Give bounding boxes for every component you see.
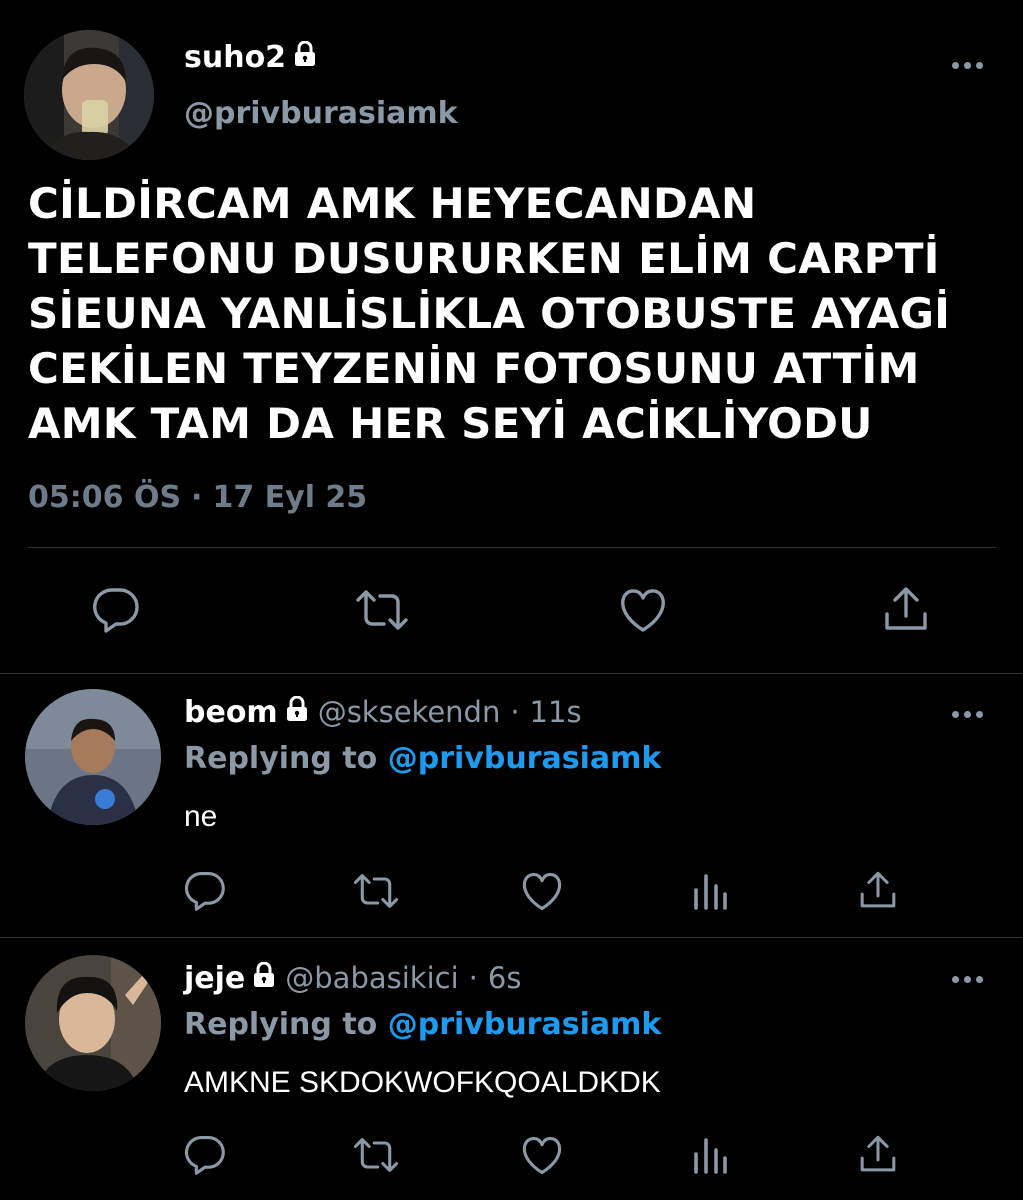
reply-text: AMKNE SKDOKWOFKQOALDKDK xyxy=(184,1066,661,1099)
replying-to-mention[interactable]: @privburasiamk xyxy=(388,741,662,776)
tweet-text-line: TELEFONU DUSURURKEN ELİM CARPTİ xyxy=(28,234,940,283)
divider xyxy=(0,673,1023,674)
reply-time[interactable]: 6s xyxy=(488,961,522,995)
like-icon[interactable] xyxy=(520,872,564,912)
share-icon[interactable] xyxy=(858,870,898,910)
replying-to: Replying to @privburasiamk xyxy=(184,741,661,776)
reply-icon[interactable] xyxy=(92,587,140,633)
tweet-text-line: CİLDİRCAM AMK HEYECANDAN xyxy=(28,179,757,228)
reply-text: ne xyxy=(184,800,218,833)
replying-to-prefix: Replying to xyxy=(184,1007,378,1042)
replying-to: Replying to @privburasiamk xyxy=(184,1007,661,1042)
tweet-timestamp[interactable]: 05:06 ÖS · 17 Eyl 25 xyxy=(28,480,367,515)
divider xyxy=(0,937,1023,938)
replying-to-mention[interactable]: @privburasiamk xyxy=(388,1007,662,1042)
retweet-icon[interactable] xyxy=(354,588,410,632)
tweet-text-line: SİEUNA YANLİSLİKLA OTOBUSTE AYAGİ xyxy=(28,289,951,338)
divider xyxy=(28,547,996,548)
share-icon[interactable] xyxy=(858,1134,898,1174)
reply-author-name-text: beom xyxy=(184,695,278,730)
reply-author-name-text: jeje xyxy=(184,961,246,996)
lock-icon xyxy=(253,961,275,996)
separator-dot: · xyxy=(191,480,203,515)
replying-to-prefix: Replying to xyxy=(184,741,378,776)
like-icon[interactable] xyxy=(618,588,668,634)
separator-dot: · xyxy=(510,695,520,729)
more-options-button[interactable] xyxy=(952,711,983,718)
reply-author-name[interactable]: jeje xyxy=(184,961,275,996)
like-icon[interactable] xyxy=(520,1136,564,1176)
author-name-text: suho2 xyxy=(184,40,287,75)
tweet-time: 05:06 ÖS xyxy=(28,480,182,515)
lock-icon xyxy=(286,695,308,730)
reply-icon[interactable] xyxy=(184,1135,226,1175)
more-options-button[interactable] xyxy=(952,62,983,69)
reply-avatar[interactable] xyxy=(25,689,161,825)
reply-header: jeje @babasikici · 6s xyxy=(184,961,521,996)
analytics-icon[interactable] xyxy=(692,872,728,910)
lock-icon xyxy=(294,40,316,75)
tweet-text-line: AMK TAM DA HER SEYİ ACİKLİYODU xyxy=(28,399,873,448)
reply-header: beom @sksekendn · 11s xyxy=(184,695,582,730)
reply-avatar[interactable] xyxy=(25,955,161,1091)
share-icon[interactable] xyxy=(882,586,930,632)
author-name[interactable]: suho2 xyxy=(184,40,316,75)
retweet-icon[interactable] xyxy=(352,1136,400,1174)
more-options-button[interactable] xyxy=(952,976,983,983)
analytics-icon[interactable] xyxy=(692,1136,728,1174)
tweet-text: CİLDİRCAM AMK HEYECANDAN TELEFONU DUSURU… xyxy=(28,176,998,451)
reply-author-handle[interactable]: @sksekendn xyxy=(318,695,501,729)
tweet-date: 17 Eyl 25 xyxy=(212,480,368,515)
reply-author-name[interactable]: beom xyxy=(184,695,308,730)
author-avatar[interactable] xyxy=(24,30,154,160)
reply-icon[interactable] xyxy=(184,871,226,911)
separator-dot: · xyxy=(468,961,478,995)
tweet-text-line: CEKİLEN TEYZENİN FOTOSUNU ATTİM xyxy=(28,344,920,393)
author-handle[interactable]: @privburasiamk xyxy=(184,96,458,131)
reply-author-handle[interactable]: @babasikici xyxy=(285,961,458,995)
reply-time[interactable]: 11s xyxy=(530,695,582,729)
retweet-icon[interactable] xyxy=(352,872,400,910)
